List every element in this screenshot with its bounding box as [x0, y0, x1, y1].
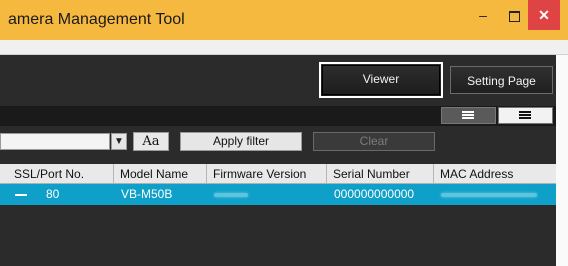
- window-title: amera Management Tool: [8, 11, 185, 28]
- title-bar: amera Management Tool – ✕: [0, 0, 568, 40]
- viewer-button[interactable]: Viewer: [319, 62, 443, 98]
- column-header-model-name[interactable]: Model Name: [114, 164, 207, 184]
- column-header-serial-number[interactable]: Serial Number: [327, 164, 434, 184]
- setting-page-button[interactable]: Setting Page: [450, 66, 553, 94]
- close-button[interactable]: ✕: [528, 0, 560, 30]
- cell-port: 80: [46, 187, 60, 201]
- device-list-area: [0, 205, 556, 266]
- column-header-ssl-port[interactable]: SSL/Port No.: [8, 164, 114, 184]
- detail-view-icon: [519, 111, 531, 120]
- cell-model-name: VB-M50B: [121, 187, 173, 201]
- window-right-edge: [556, 55, 568, 266]
- minimize-icon: –: [479, 7, 487, 23]
- maximize-icon: [508, 10, 520, 22]
- redacted-value: [214, 192, 248, 197]
- apply-filter-button[interactable]: Apply filter: [180, 132, 302, 151]
- filter-dropdown-button[interactable]: ▼: [111, 133, 127, 150]
- collapse-icon: [15, 194, 27, 196]
- menu-bar: [0, 40, 568, 55]
- table-header: SSL/Port No. Model Name Firmware Version…: [0, 164, 556, 184]
- detail-view-button[interactable]: [498, 107, 553, 124]
- cell-firmware-version: [214, 184, 248, 205]
- match-case-button[interactable]: Aa: [133, 132, 169, 151]
- dropdown-arrow-icon: ▼: [114, 136, 124, 147]
- cell-mac-address: [441, 184, 537, 205]
- close-icon: ✕: [538, 7, 550, 23]
- column-header-firmware-version[interactable]: Firmware Version: [207, 164, 327, 184]
- minimize-button[interactable]: –: [465, 0, 501, 30]
- list-view-icon: [462, 111, 474, 120]
- cell-serial-number: 000000000000: [334, 187, 415, 201]
- column-header-mac-address[interactable]: MAC Address: [434, 164, 554, 184]
- maximize-button[interactable]: [501, 0, 527, 30]
- table-row[interactable]: 80 VB-M50B 000000000000: [0, 184, 556, 205]
- list-view-button[interactable]: [441, 107, 496, 124]
- clear-button[interactable]: Clear: [313, 132, 435, 151]
- filter-input[interactable]: [0, 133, 110, 150]
- redacted-value: [441, 192, 537, 197]
